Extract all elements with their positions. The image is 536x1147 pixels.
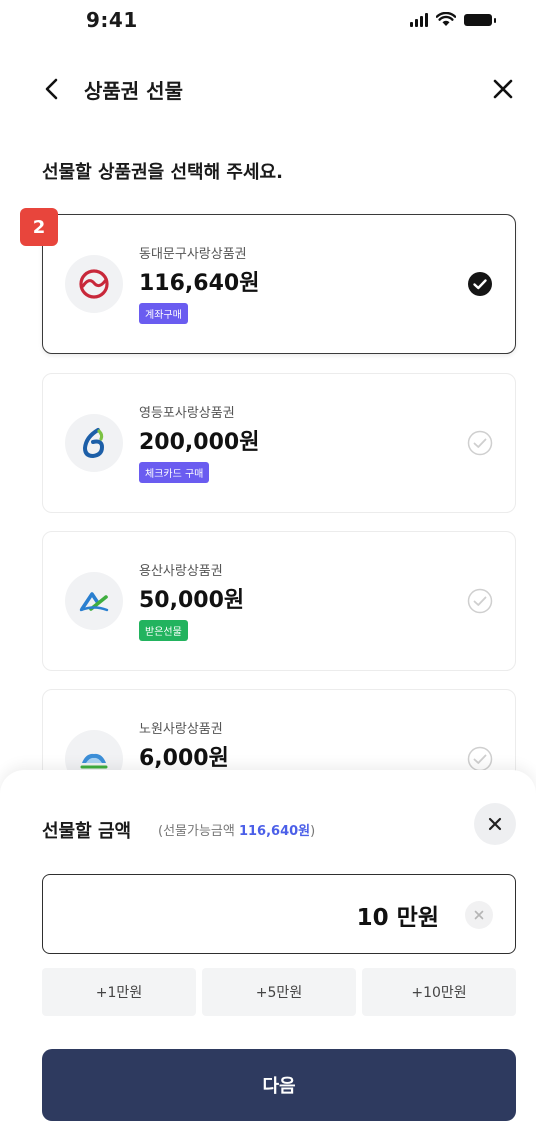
- step-badge: 2: [20, 208, 58, 246]
- available-amount-value: 116,640원: [238, 824, 311, 839]
- clear-amount-button[interactable]: [465, 901, 493, 929]
- next-button[interactable]: 다음: [42, 1049, 516, 1121]
- close-icon[interactable]: [488, 74, 518, 104]
- sheet-close-button[interactable]: [474, 803, 516, 845]
- amount-bottom-sheet: 선물할 금액 (선물가능금액 116,640원) 10 만원 +1만원 +5만원…: [0, 770, 536, 1147]
- card-badge: 체크카드 구매: [139, 462, 210, 483]
- wifi-icon: [436, 12, 456, 26]
- card-badge: 받은선물: [139, 620, 188, 641]
- card-amount: 200,000원: [139, 430, 260, 455]
- status-icons: [410, 12, 496, 27]
- available-amount-text: (선물가능금액 116,640원): [158, 820, 315, 839]
- add-10000-button[interactable]: +1만원: [42, 968, 196, 1016]
- sheet-title: 선물할 금액: [42, 821, 132, 842]
- dongdaemun-logo-icon: [65, 255, 123, 313]
- card-amount: 50,000원: [139, 588, 245, 613]
- check-circle-filled-icon[interactable]: [467, 271, 493, 297]
- available-amount-prefix: (선물가능금액: [158, 824, 239, 839]
- quick-amount-chips: +1만원 +5만원 +10만원: [42, 968, 516, 1016]
- status-bar: 9:41: [0, 0, 536, 44]
- voucher-card-dongdaemun[interactable]: 동대문구사랑상품권 116,640원 계좌구매: [42, 214, 516, 354]
- status-time: 9:41: [86, 8, 138, 32]
- amount-input[interactable]: 10 만원: [42, 874, 516, 954]
- card-amount: 116,640원: [139, 271, 260, 296]
- voucher-card-yeongdeungpo[interactable]: 영등포사랑상품권 200,000원 체크카드 구매: [42, 373, 516, 513]
- card-name: 용산사랑상품권: [139, 564, 223, 579]
- card-amount: 6,000원: [139, 746, 229, 771]
- yeongdeungpo-logo-icon: [65, 414, 123, 472]
- header: 상품권 선물: [0, 64, 536, 114]
- card-badge: 계좌구매: [139, 303, 188, 324]
- card-name: 동대문구사랑상품권: [139, 247, 247, 262]
- clear-icon: [474, 910, 484, 920]
- close-icon: [488, 817, 502, 831]
- battery-icon: [464, 13, 496, 26]
- available-amount-suffix: ): [310, 824, 316, 839]
- signal-icon: [410, 12, 428, 27]
- amount-input-value: 10 만원: [356, 905, 439, 931]
- check-circle-outline-icon[interactable]: [467, 588, 493, 614]
- check-circle-outline-icon[interactable]: [467, 746, 493, 772]
- add-50000-button[interactable]: +5만원: [202, 968, 356, 1016]
- section-title: 선물할 상품권을 선택해 주세요.: [42, 162, 283, 183]
- check-circle-outline-icon[interactable]: [467, 430, 493, 456]
- page-title: 상품권 선물: [84, 79, 183, 103]
- card-name: 영등포사랑상품권: [139, 406, 235, 421]
- add-100000-button[interactable]: +10만원: [362, 968, 516, 1016]
- card-name: 노원사랑상품권: [139, 722, 223, 737]
- chevron-left-icon[interactable]: [40, 76, 66, 102]
- yongsan-logo-icon: [65, 572, 123, 630]
- voucher-card-yongsan[interactable]: 용산사랑상품권 50,000원 받은선물: [42, 531, 516, 671]
